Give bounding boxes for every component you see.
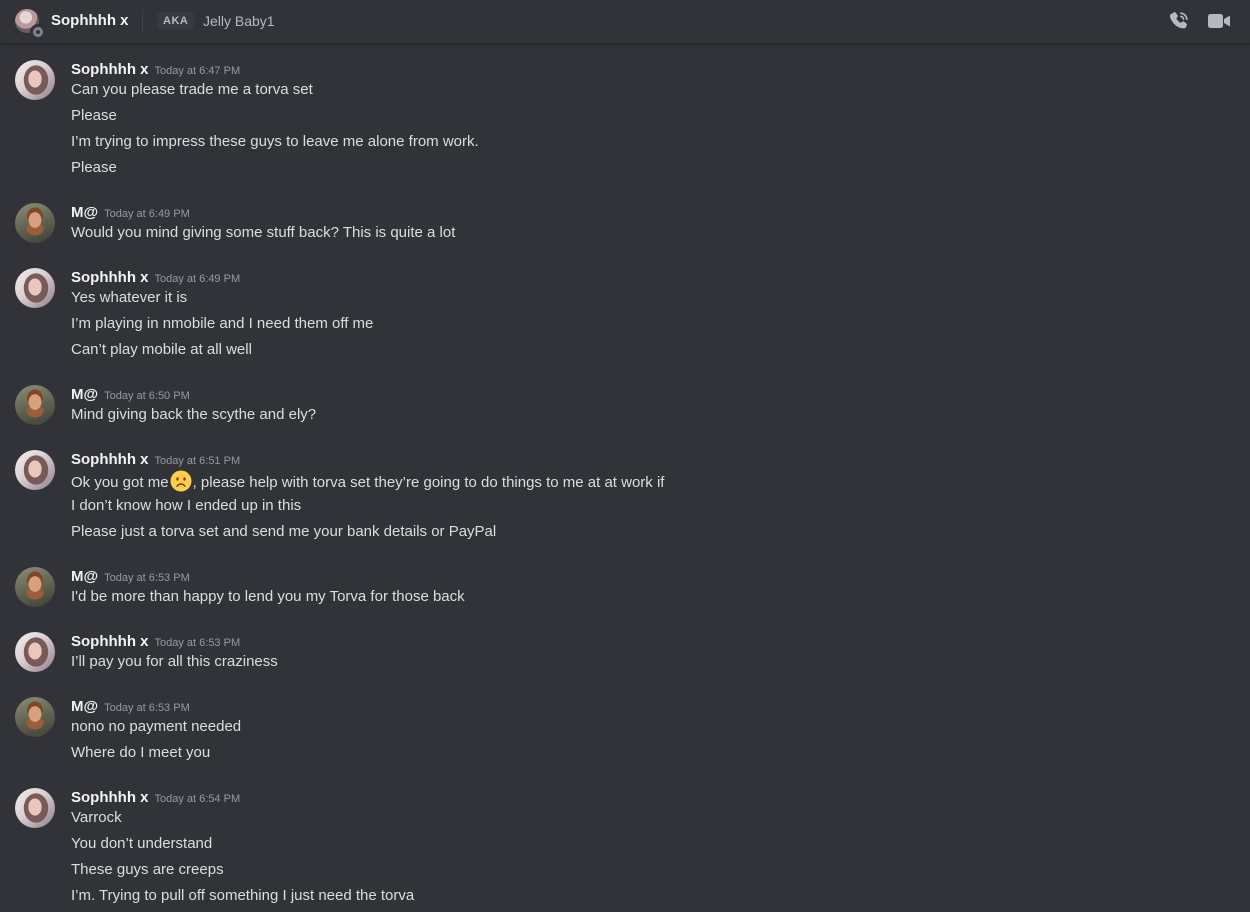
message-timestamp: Today at 6:50 PM — [104, 390, 190, 402]
avatar[interactable] — [15, 385, 55, 425]
message-author[interactable]: M@ — [71, 568, 98, 585]
avatar[interactable] — [15, 450, 55, 490]
message-text: I'd be more than happy to lend you my To… — [71, 588, 465, 605]
message-author[interactable]: Sophhhh x — [71, 789, 149, 806]
message-timestamp: Today at 6:49 PM — [104, 208, 190, 220]
dm-header: Sophhhh x AKA Jelly Baby1 — [0, 0, 1250, 44]
header-divider — [142, 10, 143, 32]
message-author[interactable]: Sophhhh x — [71, 451, 149, 468]
avatar[interactable] — [15, 203, 55, 243]
message-text: I’m playing in nmobile and I need them o… — [71, 315, 374, 332]
message-timestamp: Today at 6:51 PM — [154, 455, 241, 467]
message-text: Please just a torva set and send me your… — [71, 523, 497, 540]
message-timestamp: Today at 6:53 PM — [104, 572, 190, 584]
alias-name: Jelly Baby1 — [203, 13, 275, 29]
message-list: Sophhhh x Today at 6:47 PM Can you please… — [0, 45, 1250, 912]
status-indicator — [30, 24, 46, 40]
channel-title[interactable]: Sophhhh x — [51, 12, 129, 30]
message-text: Ok you got me , please help with torva s… — [71, 470, 664, 493]
avatar[interactable] — [15, 788, 55, 828]
message-timestamp: Today at 6:53 PM — [154, 637, 241, 649]
message-author[interactable]: M@ — [71, 204, 98, 221]
message-text: I don’t know how I ended up in this — [71, 497, 302, 514]
avatar[interactable] — [15, 60, 55, 100]
worried-face-icon — [170, 470, 192, 492]
message-text: I’m trying to impress these guys to leav… — [71, 133, 479, 150]
message-text: nono no payment needed — [71, 718, 242, 735]
voice-call-icon[interactable] — [1168, 10, 1190, 32]
message-author[interactable]: M@ — [71, 386, 98, 403]
message-text: Varrock — [71, 809, 122, 826]
message-text: Mind giving back the scythe and ely? — [71, 406, 317, 423]
video-call-icon[interactable] — [1207, 10, 1231, 32]
message-timestamp: Today at 6:53 PM — [104, 702, 190, 714]
message-text: Please — [71, 159, 117, 176]
message-text: These guys are creeps — [71, 861, 224, 878]
message-text: Where do I meet you — [71, 744, 211, 761]
message-timestamp: Today at 6:47 PM — [154, 65, 241, 77]
message-text-part: , please help with torva set they’re goi… — [192, 474, 665, 491]
aka-badge: AKA — [157, 12, 195, 30]
avatar[interactable] — [15, 268, 55, 308]
message-author[interactable]: Sophhhh x — [71, 633, 149, 650]
avatar[interactable] — [15, 697, 55, 737]
message-text: Would you mind giving some stuff back? T… — [71, 224, 456, 241]
message-text: Can’t play mobile at all well — [71, 341, 252, 358]
message-timestamp: Today at 6:54 PM — [154, 793, 241, 805]
message-text: Yes whatever it is — [71, 289, 188, 306]
message-text: Please — [71, 107, 117, 124]
message-author[interactable]: Sophhhh x — [71, 269, 149, 286]
message-text-part: Ok you got me — [71, 474, 169, 491]
message-text: Can you please trade me a torva set — [71, 81, 313, 98]
message-text: I’m. Trying to pull off something I just… — [71, 887, 415, 904]
message-timestamp: Today at 6:49 PM — [154, 273, 241, 285]
message-text: I’ll pay you for all this craziness — [71, 653, 278, 670]
message-author[interactable]: Sophhhh x — [71, 61, 149, 78]
message-text: You don’t understand — [71, 835, 213, 852]
avatar[interactable] — [15, 567, 55, 607]
avatar[interactable] — [15, 632, 55, 672]
message-author[interactable]: M@ — [71, 698, 98, 715]
